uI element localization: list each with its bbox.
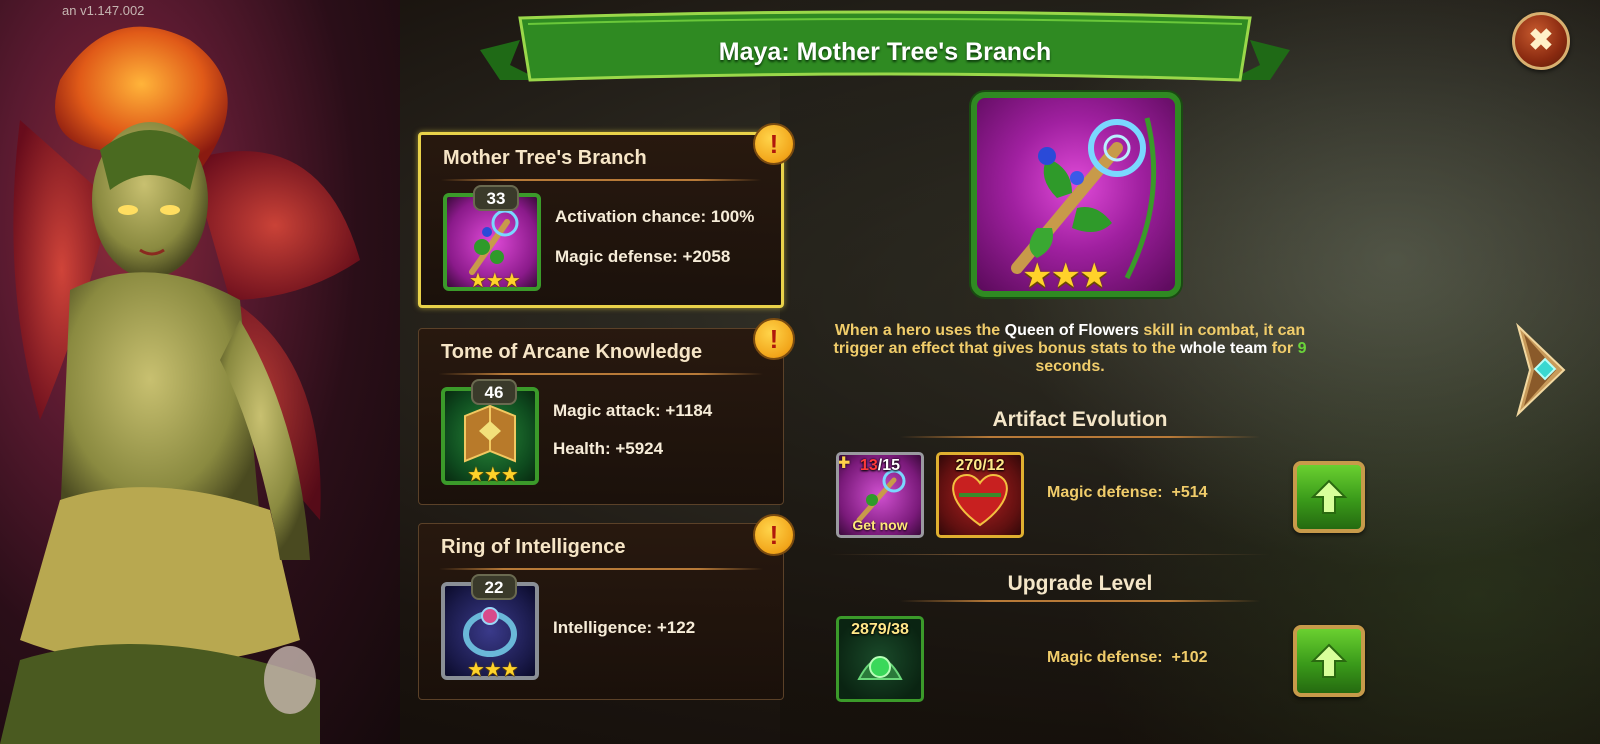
artifact-name: Tome of Arcane Knowledge (441, 341, 703, 363)
divider (830, 554, 1270, 555)
arrow-up-icon (1310, 479, 1348, 514)
divider (900, 436, 1260, 438)
artifact-icon-branch: 33 ★★★ (443, 185, 541, 292)
section-title-evolution: Artifact Evolution (992, 408, 1168, 431)
artifact-card-weapon[interactable]: Mother Tree's Branch 33 ★★★ Activation c… (418, 132, 784, 308)
version-label: an v1.147.002 (62, 3, 145, 18)
star-rating: ★★★ (467, 659, 519, 681)
get-now-link[interactable]: Get now (839, 517, 921, 533)
next-hero-button[interactable] (1510, 322, 1572, 418)
exclamation-icon: ! (753, 123, 795, 165)
level-badge: 46 (471, 379, 517, 405)
artifact-name: Ring of Intelligence (441, 536, 626, 558)
evolve-button[interactable] (1293, 461, 1365, 533)
artifact-stat: Activation chance: 100% (555, 207, 755, 226)
section-title-upgrade: Upgrade Level (1007, 572, 1153, 595)
close-icon: ✖ (1528, 24, 1554, 57)
star-rating: ★★★ (469, 270, 521, 292)
chevron-right-icon (1516, 322, 1566, 418)
exclamation-icon: ! (753, 318, 795, 360)
resource-count: 2879/38 (851, 621, 909, 638)
arrow-up-icon (1310, 643, 1348, 678)
resource-count: 270/12 (955, 457, 1005, 474)
artifact-stat: Intelligence: +122 (553, 618, 696, 637)
evolution-resource-item[interactable]: 270/12 (936, 452, 1024, 538)
effect-target: whole team (1180, 340, 1268, 357)
upgrade-bonus: Magic defense: +102 (1047, 649, 1208, 666)
artifact-name: Mother Tree's Branch (443, 147, 647, 169)
artifact-stat: Health: +5924 (553, 439, 664, 458)
artifact-card-book[interactable]: Tome of Arcane Knowledge 46 ★★★ Magic at… (418, 328, 784, 505)
title-banner: Maya: Mother Tree's Branch (480, 10, 1290, 96)
artifact-stat: Magic attack: +1184 (553, 401, 713, 420)
artifact-icon-ring: 22 ★★★ (441, 574, 539, 681)
fragment-item[interactable]: ✚ 13/15 Get now (836, 452, 924, 538)
hero-portrait (0, 0, 400, 744)
divider (439, 373, 763, 375)
close-button[interactable]: ✖ (1512, 12, 1570, 70)
evolution-bonus: Magic defense: +514 (1047, 484, 1208, 501)
fragment-count: 13/15 (859, 457, 901, 474)
level-badge: 33 (473, 185, 519, 211)
artifact-description: When a hero uses the Queen of Flowers sk… (833, 322, 1307, 375)
page-title: Maya: Mother Tree's Branch (718, 38, 1052, 66)
artifact-icon-book: 46 ★★★ (441, 379, 539, 486)
skill-name: Queen of Flowers (1004, 322, 1139, 339)
bonus-value: +514 (1171, 484, 1208, 501)
level-badge: 22 (471, 574, 517, 600)
divider (439, 568, 763, 570)
upgrade-resource-item[interactable]: 2879/38 (836, 616, 924, 702)
upgrade-level-button[interactable] (1293, 625, 1365, 697)
large-star-rating: ★★★ (1022, 257, 1109, 295)
artifact-stat: Magic defense: +2058 (555, 247, 731, 266)
artifact-card-ring[interactable]: Ring of Intelligence 22 ★★★ Intelligence… (418, 523, 784, 700)
bonus-value: +102 (1171, 649, 1208, 666)
star-rating: ★★★ (467, 464, 519, 486)
divider (441, 179, 761, 181)
exclamation-icon: ! (753, 514, 795, 556)
effect-duration: 9 (1297, 340, 1307, 357)
divider (900, 600, 1260, 602)
